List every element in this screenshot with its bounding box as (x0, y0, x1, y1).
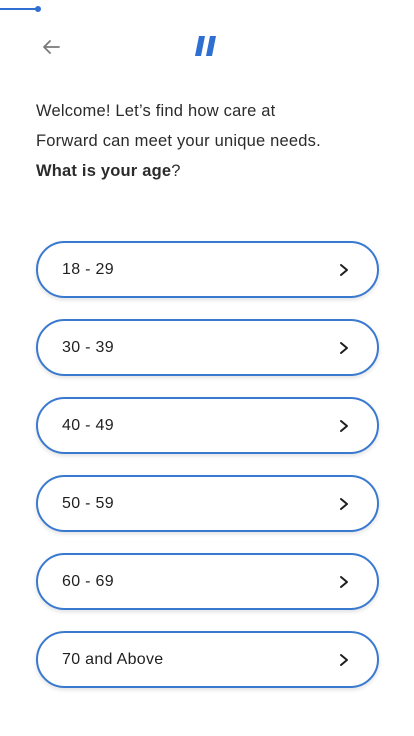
welcome-line-1: Welcome! Let’s find how care at (36, 102, 276, 120)
progress-fill (0, 8, 38, 10)
progress-bar (0, 0, 414, 14)
age-question-mark: ? (171, 162, 181, 180)
arrow-left-icon (43, 40, 60, 54)
forward-logo-icon (195, 36, 216, 56)
age-option-30-39[interactable]: 30 - 39 (36, 319, 379, 376)
age-option-label: 30 - 39 (62, 339, 114, 356)
age-options-list: 18 - 29 30 - 39 40 - 49 50 - 59 60 - 69 … (36, 241, 379, 709)
chevron-right-icon (340, 498, 348, 510)
chevron-right-icon (340, 342, 348, 354)
intro-text: Welcome! Let’s find how care at Forward … (36, 96, 386, 186)
age-option-60-69[interactable]: 60 - 69 (36, 553, 379, 610)
chevron-right-icon (340, 264, 348, 276)
age-question: What is your age? (36, 156, 386, 186)
chevron-right-icon (340, 654, 348, 666)
age-option-50-59[interactable]: 50 - 59 (36, 475, 379, 532)
age-option-70-and-above[interactable]: 70 and Above (36, 631, 379, 688)
age-option-label: 40 - 49 (62, 417, 114, 434)
age-option-label: 70 and Above (62, 651, 164, 668)
chevron-right-icon (340, 420, 348, 432)
header (0, 26, 414, 68)
age-option-label: 50 - 59 (62, 495, 114, 512)
progress-indicator-dot (35, 6, 41, 12)
age-question-bold: What is your age (36, 162, 172, 180)
age-option-18-29[interactable]: 18 - 29 (36, 241, 379, 298)
back-button[interactable] (36, 34, 66, 60)
age-option-label: 18 - 29 (62, 261, 114, 278)
age-option-40-49[interactable]: 40 - 49 (36, 397, 379, 454)
age-option-label: 60 - 69 (62, 573, 114, 590)
welcome-line-2: Forward can meet your unique needs. (36, 132, 321, 150)
chevron-right-icon (340, 576, 348, 588)
